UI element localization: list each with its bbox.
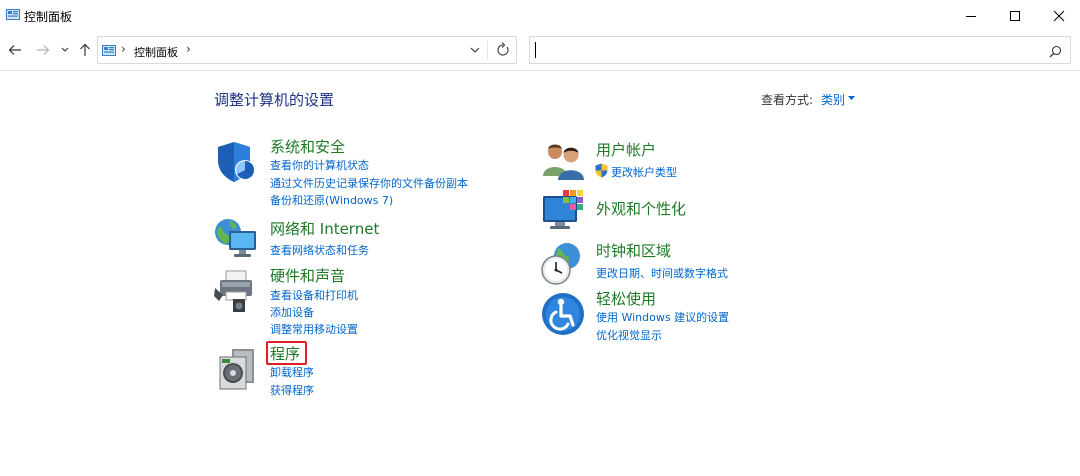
breadcrumb-control-panel[interactable]: 控制面板 (134, 44, 178, 60)
maximize-button[interactable] (992, 0, 1038, 32)
refresh-icon (497, 42, 509, 56)
refresh-button[interactable] (496, 41, 510, 63)
control-panel-icon (6, 9, 20, 20)
link-optimize-visual-display[interactable]: 优化视觉显示 (596, 327, 662, 343)
breadcrumb-separator-icon[interactable]: › (121, 42, 126, 56)
ease-of-access-icon[interactable] (541, 292, 585, 336)
maximize-icon (1010, 11, 1020, 21)
close-icon (1053, 10, 1065, 22)
link-change-account-type[interactable]: 更改帐户类型 (611, 164, 677, 180)
forward-button[interactable] (34, 41, 52, 59)
link-mobility-settings[interactable]: 调整常用移动设置 (270, 321, 358, 337)
category-clock-region[interactable]: 时钟和区域 (596, 240, 671, 261)
link-add-device[interactable]: 添加设备 (270, 304, 314, 320)
link-change-date-time-format[interactable]: 更改日期、时间或数字格式 (596, 265, 728, 281)
control-panel-icon (102, 45, 116, 56)
category-ease-of-access[interactable]: 轻松使用 (596, 288, 656, 309)
category-system-security[interactable]: 系统和安全 (270, 136, 345, 157)
navigation-bar: › 控制面板 › (0, 32, 1080, 71)
user-accounts-icon[interactable] (541, 140, 585, 184)
category-programs[interactable]: 程序 (270, 343, 300, 364)
address-bar[interactable]: › 控制面板 › (97, 36, 517, 64)
link-windows-recommended-settings[interactable]: 使用 Windows 建议的设置 (596, 309, 729, 325)
clock-globe-icon[interactable] (541, 242, 585, 286)
view-by-dropdown[interactable]: 类别 (821, 91, 845, 108)
printer-speaker-icon[interactable] (214, 269, 258, 313)
category-appearance-personalization[interactable]: 外观和个性化 (596, 198, 686, 219)
divider (487, 41, 488, 59)
link-uninstall-program[interactable]: 卸载程序 (270, 364, 314, 380)
shield-icon[interactable] (214, 140, 258, 184)
programs-disc-icon[interactable] (216, 347, 260, 391)
forward-arrow-icon (37, 45, 50, 55)
address-dropdown-button[interactable] (470, 42, 480, 61)
minimize-button[interactable] (948, 0, 994, 32)
back-arrow-icon (8, 45, 21, 55)
category-user-accounts[interactable]: 用户帐户 (596, 139, 656, 160)
link-file-history-backup[interactable]: 通过文件历史记录保存你的文件备份副本 (270, 175, 468, 191)
chevron-down-icon (61, 47, 69, 52)
page-title: 调整计算机的设置 (214, 91, 335, 109)
dropdown-arrow-icon[interactable] (848, 96, 855, 101)
up-arrow-icon (80, 43, 90, 56)
link-network-status-tasks[interactable]: 查看网络状态和任务 (270, 242, 369, 258)
search-input[interactable] (529, 36, 1071, 64)
link-backup-restore[interactable]: 备份和还原(Windows 7) (270, 192, 393, 208)
appearance-personalization-icon[interactable] (541, 188, 585, 232)
back-button[interactable] (6, 41, 24, 59)
link-devices-printers[interactable]: 查看设备和打印机 (270, 287, 358, 303)
link-get-programs[interactable]: 获得程序 (270, 382, 314, 398)
search-icon (1049, 45, 1062, 58)
uac-shield-icon (595, 163, 608, 178)
category-hardware-sound[interactable]: 硬件和声音 (270, 265, 345, 286)
window-title: 控制面板 (24, 10, 73, 24)
minimize-icon (966, 16, 976, 17)
view-by-label: 查看方式: (761, 93, 814, 107)
link-view-computer-status[interactable]: 查看你的计算机状态 (270, 157, 369, 173)
up-button[interactable] (76, 41, 94, 59)
search-button[interactable] (1049, 43, 1062, 62)
chevron-down-icon (470, 47, 480, 53)
network-globe-icon[interactable] (214, 216, 258, 260)
breadcrumb-separator-icon[interactable]: › (186, 42, 191, 56)
category-network-internet[interactable]: 网络和 Internet (270, 218, 379, 239)
close-button[interactable] (1036, 0, 1080, 32)
recent-locations-button[interactable] (58, 41, 72, 59)
title-bar: 控制面板 (0, 0, 1080, 32)
text-caret (535, 42, 536, 58)
